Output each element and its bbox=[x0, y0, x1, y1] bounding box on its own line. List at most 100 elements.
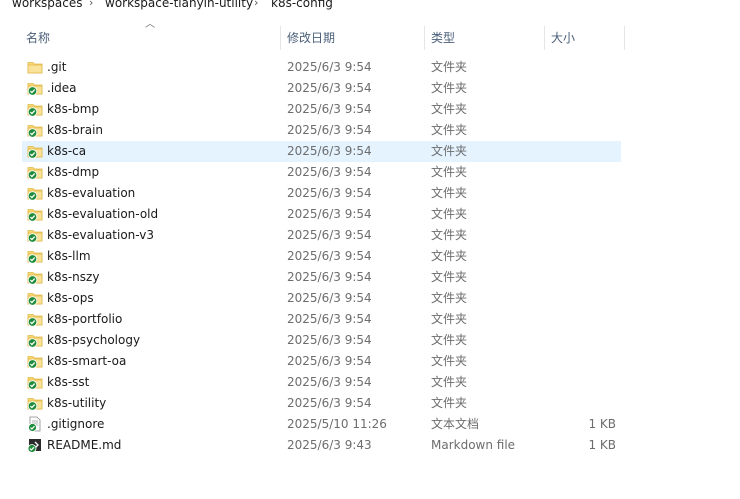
folder-synced-icon bbox=[27, 269, 43, 285]
file-row[interactable]: README.md 2025/6/3 9:43 Markdown file 1 KB bbox=[22, 435, 621, 456]
file-type: 文件夹 bbox=[431, 81, 468, 95]
folder-synced-icon bbox=[27, 290, 43, 306]
file-date-modified: 2025/6/3 9:54 bbox=[287, 123, 372, 137]
folder-synced-icon bbox=[27, 227, 43, 243]
folder-synced-icon bbox=[27, 353, 43, 369]
file-row[interactable]: k8s-utility 2025/6/3 9:54 文件夹 bbox=[22, 393, 621, 414]
file-size bbox=[542, 267, 616, 288]
folder-synced-icon bbox=[27, 311, 43, 327]
file-size bbox=[542, 393, 616, 414]
file-date-modified: 2025/6/3 9:54 bbox=[287, 186, 372, 200]
file-row[interactable]: k8s-evaluation 2025/6/3 9:54 文件夹 bbox=[22, 183, 621, 204]
file-size bbox=[542, 330, 616, 351]
file-row[interactable]: k8s-evaluation-v3 2025/6/3 9:54 文件夹 bbox=[22, 225, 621, 246]
file-date-modified: 2025/6/3 9:54 bbox=[287, 228, 372, 242]
file-name: k8s-ca bbox=[47, 144, 87, 158]
file-size bbox=[542, 57, 616, 78]
file-size bbox=[542, 120, 616, 141]
breadcrumb: workspaces › workspace-tianyin-utility ›… bbox=[0, 0, 740, 12]
file-name: .gitignore bbox=[47, 417, 105, 431]
file-size bbox=[542, 162, 616, 183]
file-type: 文件夹 bbox=[431, 249, 468, 263]
file-type: 文件夹 bbox=[431, 333, 468, 347]
file-row[interactable]: k8s-psychology 2025/6/3 9:54 文件夹 bbox=[22, 330, 621, 351]
file-date-modified: 2025/6/3 9:54 bbox=[287, 144, 372, 158]
file-row[interactable]: .git 2025/6/3 9:54 文件夹 bbox=[22, 57, 621, 78]
file-type: 文本文档 bbox=[431, 417, 480, 431]
breadcrumb-separator-icon[interactable]: › bbox=[89, 0, 93, 9]
file-row[interactable]: .idea 2025/6/3 9:54 文件夹 bbox=[22, 78, 621, 99]
file-size: 1 KB bbox=[588, 417, 616, 431]
column-header-date[interactable]: 修改日期 bbox=[287, 24, 335, 52]
file-type: 文件夹 bbox=[431, 270, 468, 284]
file-row[interactable]: k8s-portfolio 2025/6/3 9:54 文件夹 bbox=[22, 309, 621, 330]
breadcrumb-item-k8s-config[interactable]: k8s-config bbox=[271, 0, 333, 9]
file-size bbox=[542, 204, 616, 225]
file-row[interactable]: .gitignore 2025/5/10 11:26 文本文档 1 KB bbox=[22, 414, 621, 435]
file-date-modified: 2025/6/3 9:54 bbox=[287, 312, 372, 326]
file-date-modified: 2025/6/3 9:54 bbox=[287, 270, 372, 284]
file-type: 文件夹 bbox=[431, 207, 468, 221]
column-header-size[interactable]: 大小 bbox=[551, 24, 575, 52]
file-row[interactable]: k8s-ca 2025/6/3 9:54 文件夹 bbox=[22, 141, 621, 162]
file-type: 文件夹 bbox=[431, 291, 468, 305]
folder-icon bbox=[27, 59, 43, 75]
breadcrumb-separator-icon[interactable]: › bbox=[254, 0, 258, 9]
column-divider[interactable] bbox=[280, 26, 281, 50]
column-header-type[interactable]: 类型 bbox=[431, 24, 455, 52]
file-size: 1 KB bbox=[588, 438, 616, 452]
file-size bbox=[542, 78, 616, 99]
file-type: Markdown file bbox=[431, 438, 516, 452]
file-date-modified: 2025/6/3 9:54 bbox=[287, 291, 372, 305]
file-type: 文件夹 bbox=[431, 312, 468, 326]
file-name: k8s-smart-oa bbox=[47, 354, 127, 368]
file-type: 文件夹 bbox=[431, 60, 468, 74]
file-date-modified: 2025/6/3 9:54 bbox=[287, 81, 372, 95]
folder-synced-icon bbox=[27, 101, 43, 117]
file-type: 文件夹 bbox=[431, 396, 468, 410]
folder-synced-icon bbox=[27, 80, 43, 96]
column-header-row: ︿ 名称 修改日期 类型 大小 bbox=[0, 20, 740, 52]
breadcrumb-item-workspaces[interactable]: workspaces bbox=[12, 0, 83, 9]
file-size bbox=[542, 225, 616, 246]
file-row[interactable]: k8s-smart-oa 2025/6/3 9:54 文件夹 bbox=[22, 351, 621, 372]
file-type: 文件夹 bbox=[431, 186, 468, 200]
file-name: k8s-evaluation-old bbox=[47, 207, 159, 221]
column-divider[interactable] bbox=[424, 26, 425, 50]
file-date-modified: 2025/6/3 9:54 bbox=[287, 165, 372, 179]
file-row[interactable]: k8s-dmp 2025/6/3 9:54 文件夹 bbox=[22, 162, 621, 183]
file-size bbox=[542, 351, 616, 372]
file-row[interactable]: k8s-evaluation-old 2025/6/3 9:54 文件夹 bbox=[22, 204, 621, 225]
column-divider[interactable] bbox=[624, 26, 625, 50]
file-date-modified: 2025/6/3 9:54 bbox=[287, 207, 372, 221]
file-row[interactable]: k8s-bmp 2025/6/3 9:54 文件夹 bbox=[22, 99, 621, 120]
file-size bbox=[542, 183, 616, 204]
file-row[interactable]: k8s-nszy 2025/6/3 9:54 文件夹 bbox=[22, 267, 621, 288]
breadcrumb-item-workspace-tianyin-utility[interactable]: workspace-tianyin-utility bbox=[105, 0, 253, 9]
file-date-modified: 2025/6/3 9:43 bbox=[287, 438, 372, 452]
file-row[interactable]: k8s-ops 2025/6/3 9:54 文件夹 bbox=[22, 288, 621, 309]
folder-synced-icon bbox=[27, 395, 43, 411]
file-name: k8s-utility bbox=[47, 396, 107, 410]
folder-synced-icon bbox=[27, 206, 43, 222]
file-name: .git bbox=[47, 60, 67, 74]
folder-synced-icon bbox=[27, 185, 43, 201]
markdown-file-synced-icon bbox=[27, 437, 43, 453]
file-name: k8s-portfolio bbox=[47, 312, 123, 326]
file-row[interactable]: k8s-sst 2025/6/3 9:54 文件夹 bbox=[22, 372, 621, 393]
file-row[interactable]: k8s-llm 2025/6/3 9:54 文件夹 bbox=[22, 246, 621, 267]
folder-synced-icon bbox=[27, 374, 43, 390]
file-name: README.md bbox=[47, 438, 122, 452]
file-type: 文件夹 bbox=[431, 165, 468, 179]
file-date-modified: 2025/6/3 9:54 bbox=[287, 375, 372, 389]
column-header-name[interactable]: 名称 bbox=[26, 24, 50, 52]
text-file-synced-icon bbox=[27, 416, 43, 432]
file-name: k8s-llm bbox=[47, 249, 91, 263]
file-name: k8s-brain bbox=[47, 123, 104, 137]
column-divider[interactable] bbox=[544, 26, 545, 50]
file-size bbox=[542, 99, 616, 120]
file-size bbox=[542, 141, 616, 162]
file-date-modified: 2025/6/3 9:54 bbox=[287, 102, 372, 116]
file-size bbox=[542, 372, 616, 393]
file-row[interactable]: k8s-brain 2025/6/3 9:54 文件夹 bbox=[22, 120, 621, 141]
